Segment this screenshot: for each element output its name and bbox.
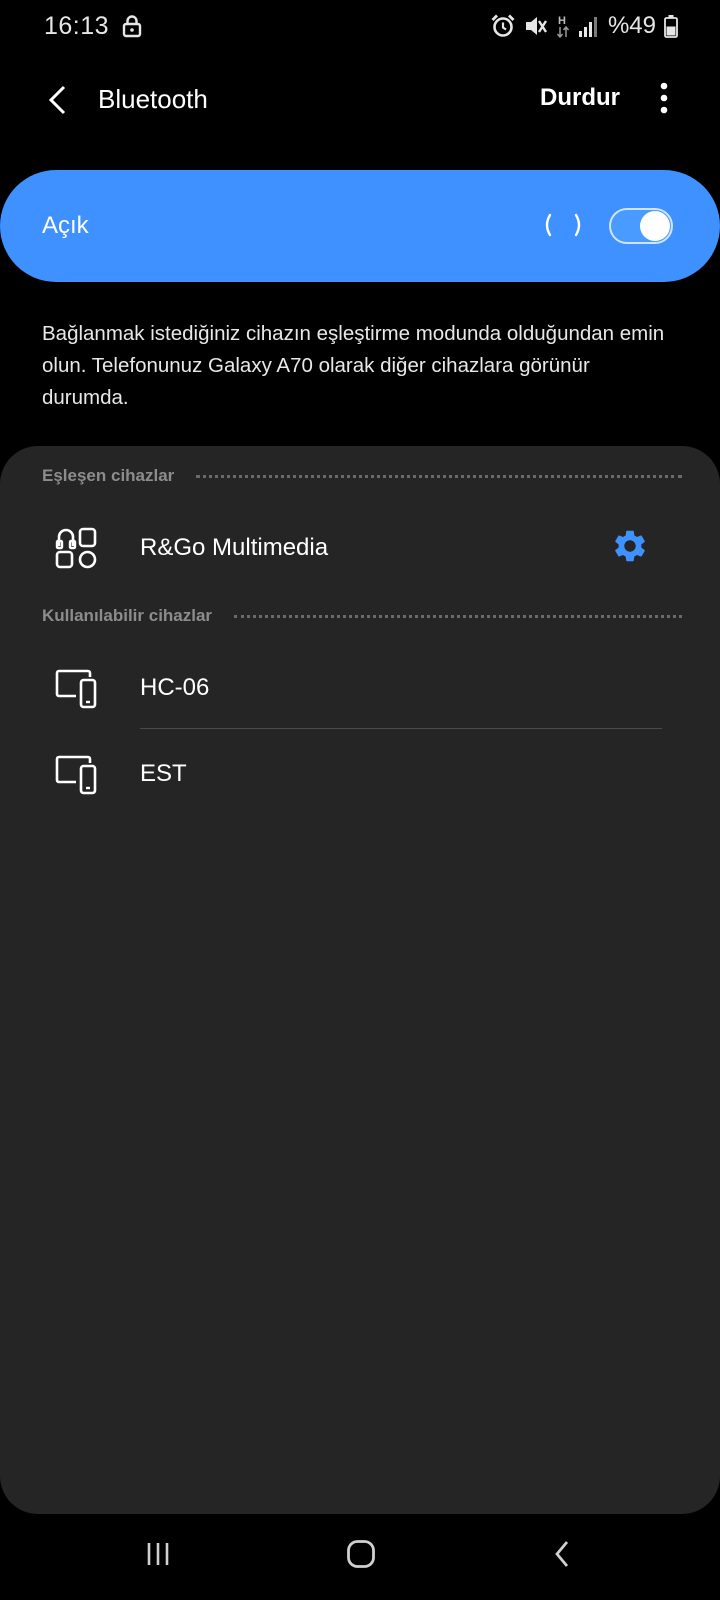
back-button[interactable] <box>36 80 80 124</box>
navigation-bar <box>0 1514 720 1600</box>
available-devices-label: Kullanılabilir cihazlar <box>42 606 213 625</box>
paired-devices-label: Eşleşen cihazlar <box>42 466 175 485</box>
recent-apps-icon <box>145 1541 171 1572</box>
bluetooth-settings-screen: 16:13 H %49 Bluetooth Durdur Açık Bağlan… <box>0 0 720 1600</box>
available-device-row[interactable]: HC-06 <box>0 646 720 730</box>
device-list-panel: Eşleşen cihazlar R&Go Multimedia Kullanı… <box>0 446 720 1514</box>
paired-devices-header: Eşleşen cihazlar <box>42 466 682 486</box>
back-icon <box>552 1539 572 1574</box>
battery-icon <box>664 14 678 38</box>
more-vert-icon <box>660 82 668 119</box>
gear-icon <box>611 527 649 570</box>
home-button[interactable] <box>331 1534 391 1578</box>
lock-icon <box>122 14 142 38</box>
device-name: EST <box>140 760 187 787</box>
switch-knob <box>640 211 670 241</box>
svg-text:H: H <box>558 15 566 27</box>
paired-device-row[interactable]: R&Go Multimedia <box>0 506 720 590</box>
signal-icon <box>578 14 600 38</box>
section-divider <box>196 474 682 478</box>
status-bar: 16:13 H %49 <box>0 0 720 52</box>
home-icon <box>346 1539 376 1574</box>
stop-scan-button[interactable]: Durdur <box>540 84 620 112</box>
nav-back-button[interactable] <box>532 1534 592 1578</box>
recent-apps-button[interactable] <box>128 1534 188 1578</box>
status-time: 16:13 <box>44 12 110 40</box>
page-title: Bluetooth <box>98 84 208 114</box>
device-settings-button[interactable] <box>608 526 652 570</box>
bluetooth-switch[interactable] <box>609 208 673 244</box>
available-devices-header: Kullanılabilir cihazlar <box>42 606 682 626</box>
section-divider <box>234 614 682 618</box>
battery-percent: %49 <box>607 12 656 39</box>
mute-icon <box>524 13 548 39</box>
visibility-description: Bağlanmak istediğiniz cihazın eşleştirme… <box>42 322 665 409</box>
generic-device-icon <box>54 526 100 570</box>
available-device-row[interactable]: EST <box>0 732 720 816</box>
phone-computer-icon <box>54 752 100 796</box>
phone-computer-icon <box>54 666 100 710</box>
spinner-icon <box>542 212 584 238</box>
device-name: R&Go Multimedia <box>140 534 329 561</box>
toggle-label: Açık <box>42 212 89 239</box>
device-name: HC-06 <box>140 674 210 701</box>
hplus-data-icon: H <box>556 13 570 39</box>
more-options-button[interactable] <box>646 80 682 120</box>
list-divider <box>140 728 662 729</box>
status-icons: H %49 <box>490 12 678 40</box>
back-arrow-icon <box>46 85 70 120</box>
alarm-icon <box>490 13 516 39</box>
